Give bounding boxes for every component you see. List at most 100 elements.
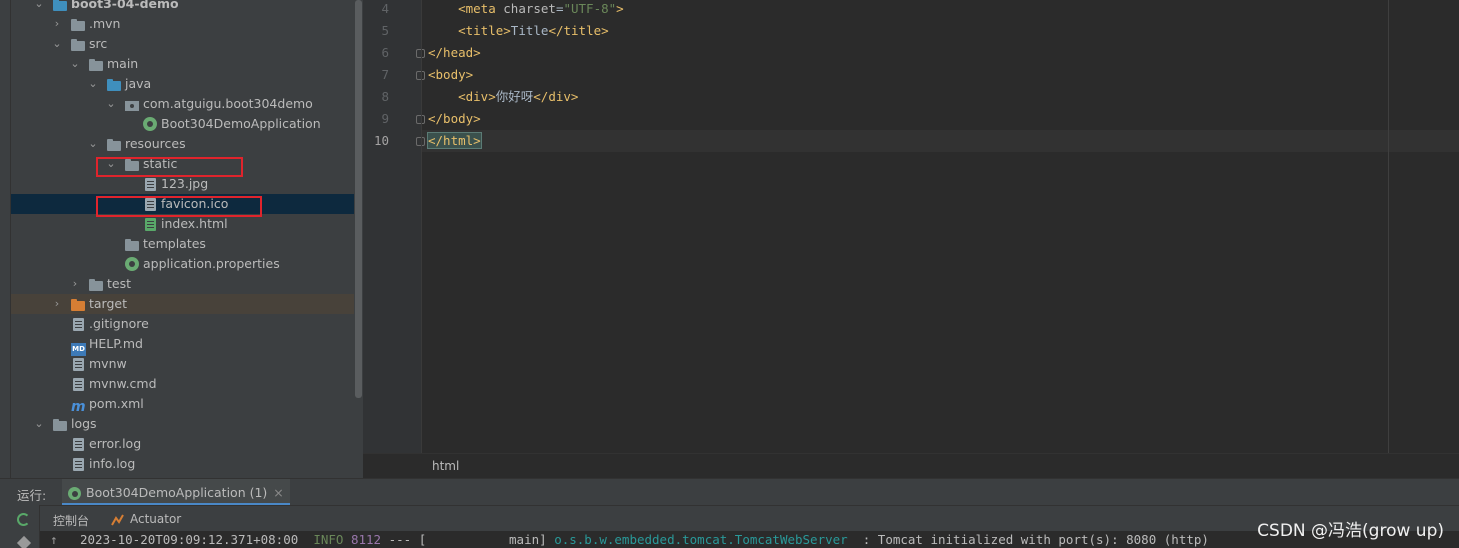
tree-item[interactable]: error.log [11, 434, 354, 454]
chevron-down-icon[interactable]: ⌄ [33, 414, 45, 434]
html-file-icon [143, 217, 158, 231]
right-margin-guide [1388, 0, 1389, 453]
tree-item-label: logs [71, 416, 97, 431]
file-icon [71, 437, 86, 451]
code-token: charset [503, 1, 556, 16]
tree-item[interactable]: ⌄ resources [11, 134, 354, 154]
file-icon [71, 357, 86, 371]
tree-item[interactable]: templates [11, 234, 354, 254]
chevron-down-icon[interactable]: ⌄ [33, 0, 45, 14]
code-token: <title> [458, 23, 511, 38]
tree-item-label: .gitignore [89, 316, 149, 331]
chevron-right-icon[interactable]: › [51, 294, 63, 314]
log-message: : Tomcat initialized with port(s): 8080 … [847, 532, 1209, 547]
tree-item-label: .mvn [89, 16, 121, 31]
tree-item-label: boot3-04-demo [71, 0, 179, 11]
tree-item[interactable]: ⌄ com.atguigu.boot304demo [11, 94, 354, 114]
log-timestamp: 2023-10-20T09:09:12.371+08:00 [80, 532, 299, 547]
tree-item[interactable]: mvnw [11, 354, 354, 374]
line-number: 8 [381, 89, 389, 104]
chevron-down-icon[interactable]: ⌄ [69, 54, 81, 74]
code-line: </head> [428, 42, 481, 64]
module-folder-icon [53, 0, 68, 11]
close-tab-icon[interactable]: × [273, 485, 283, 500]
tree-item[interactable]: › .mvn [11, 14, 354, 34]
tree-item[interactable]: application.properties [11, 254, 354, 274]
chevron-right-icon[interactable]: › [51, 14, 63, 34]
project-tool-window: ⌄ boot3-04-demo › .mvn ⌄ src ⌄ main ⌄ java ⌄ com.at… [0, 0, 363, 478]
code-token: Title [510, 23, 549, 38]
tree-item-label: src [89, 36, 108, 51]
tree-item[interactable]: mvnw.cmd [11, 374, 354, 394]
breadcrumb-html[interactable]: html [432, 459, 459, 473]
code-token: <div> [458, 89, 496, 104]
tree-item[interactable]: ⌄ src [11, 34, 354, 54]
annotation-box-static [96, 157, 243, 177]
code-token: <meta [458, 1, 504, 16]
console-toolbar: 控制台 Actuator [0, 505, 1459, 535]
chevron-down-icon[interactable]: ⌄ [51, 34, 63, 54]
tree-item[interactable]: MD HELP.md [11, 334, 354, 356]
folder-icon [71, 37, 86, 51]
tree-item[interactable]: Boot304DemoApplication [11, 114, 354, 134]
folder-icon [89, 277, 104, 291]
code-line: </html> [427, 130, 482, 152]
code-token: </title> [548, 23, 609, 38]
rerun-icon[interactable] [17, 513, 30, 526]
code-token: <body> [428, 67, 474, 82]
folder-icon [53, 417, 68, 431]
log-thread: main] [426, 532, 547, 547]
chevron-right-icon[interactable]: › [69, 274, 81, 294]
gitignore-file-icon [71, 317, 86, 331]
tree-item[interactable]: ⌄ logs [11, 414, 354, 434]
tree-item[interactable]: ⌄ main [11, 54, 354, 74]
package-icon [125, 97, 140, 111]
annotation-box-favicon [96, 196, 262, 217]
code-line: </body> [428, 108, 481, 130]
tree-item[interactable]: .gitignore [11, 314, 354, 334]
tree-item-label: mvnw.cmd [89, 376, 157, 391]
run-tab-bar: 运行: Boot304DemoApplication (1) × [0, 478, 1459, 506]
watermark: CSDN @冯浩(grow up) [1257, 521, 1444, 541]
chevron-down-icon[interactable]: ⌄ [105, 94, 117, 114]
editor-gutter: 4 5 6 7 8 9 10 [363, 0, 425, 453]
tree-item[interactable]: › test [11, 274, 354, 294]
wrench-icon[interactable] [16, 535, 32, 548]
file-icon [71, 457, 86, 471]
line-number: 7 [381, 67, 389, 82]
tree-item[interactable]: › target [11, 294, 354, 314]
tree-item-label: target [89, 296, 128, 311]
tree-item[interactable]: index.html [11, 214, 354, 234]
chevron-down-icon[interactable]: ⌄ [87, 74, 99, 94]
tree-item[interactable]: info.log [11, 454, 354, 474]
log-pid: 8112 [350, 532, 382, 547]
log-line: ↑ 2023-10-20T09:09:12.371+08:00 INFO 8112… [50, 531, 1209, 548]
tree-item[interactable]: ⌄ java [11, 74, 354, 94]
current-line-highlight [421, 130, 1459, 152]
code-editor[interactable]: 4 5 6 7 8 9 10 <meta charset="UTF-8"> <title>T… [363, 0, 1459, 453]
tree-item-label: resources [125, 136, 186, 151]
tree-item[interactable]: m pom.xml [11, 394, 354, 414]
run-configuration-tab[interactable]: Boot304DemoApplication (1) × [62, 479, 290, 506]
code-line: <div>你好呀</div> [428, 86, 578, 108]
code-token: 你好呀 [495, 89, 534, 104]
tab-console[interactable]: 控制台 [46, 512, 96, 535]
project-scrollbar[interactable] [355, 0, 362, 398]
console-output[interactable]: ↑ 2023-10-20T09:09:12.371+08:00 INFO 8112… [40, 531, 1459, 548]
spring-properties-icon [125, 257, 140, 271]
code-token: </body> [428, 111, 481, 126]
log-sep: --- [ [388, 532, 427, 547]
tree-item-label: main [107, 56, 139, 71]
tree-item[interactable]: 123.jpg [11, 174, 354, 194]
run-label: 运行: [17, 488, 47, 503]
tab-actuator[interactable]: Actuator [130, 512, 181, 526]
scroll-up-icon[interactable]: ↑ [50, 531, 58, 548]
tree-item-label: pom.xml [89, 396, 144, 411]
tree-item[interactable]: ⌄ boot3-04-demo [11, 0, 354, 14]
tree-item-label: 123.jpg [161, 176, 209, 191]
chevron-down-icon[interactable]: ⌄ [87, 134, 99, 154]
actuator-icon [111, 514, 124, 526]
tree-item-label: Boot304DemoApplication [161, 116, 321, 131]
